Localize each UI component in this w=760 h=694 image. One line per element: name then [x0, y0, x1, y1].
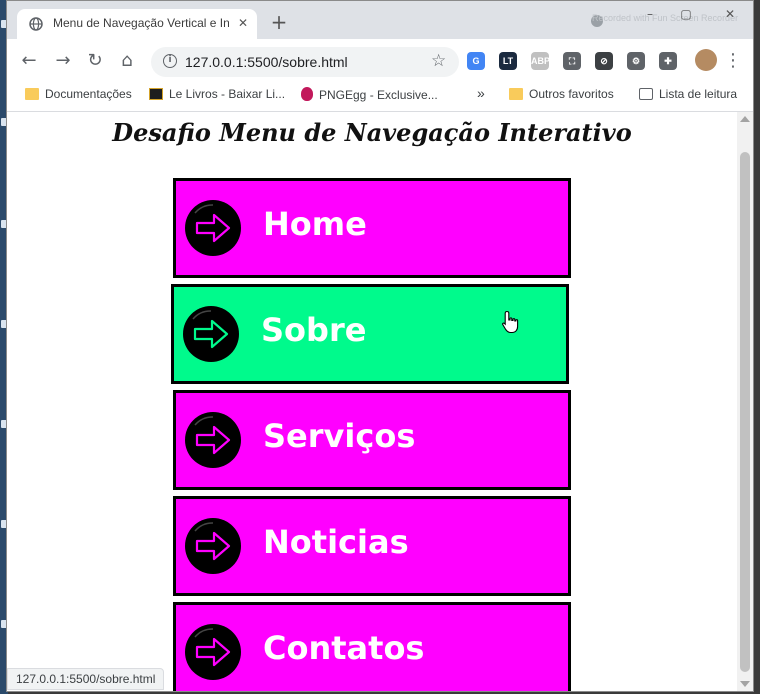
bookmarks-overflow-button[interactable]: »	[477, 85, 485, 103]
back-button[interactable]: ←	[19, 51, 39, 71]
settings-gear-icon[interactable]: ⚙	[627, 52, 645, 70]
address-url[interactable]: 127.0.0.1:5500/sobre.html	[185, 54, 348, 70]
arrow-right-icon	[183, 306, 239, 362]
menu-item-noticias[interactable]: Noticias	[173, 496, 571, 596]
profile-avatar[interactable]	[695, 49, 717, 71]
home-button[interactable]: ⌂	[117, 51, 137, 71]
book-icon	[149, 88, 163, 100]
minimize-button[interactable]: –	[643, 7, 657, 21]
maximize-button[interactable]: ▢	[679, 7, 693, 21]
browser-toolbar: ← → ↻ ⌂ i 127.0.0.1:5500/sobre.html ☆ GL…	[7, 39, 753, 83]
arrow-right-icon	[185, 518, 241, 574]
address-bar[interactable]: i 127.0.0.1:5500/sobre.html ☆	[151, 47, 459, 77]
scrollbar-thumb[interactable]	[740, 152, 750, 672]
menu-item-label: Home	[263, 205, 367, 243]
bookmark-pngegg[interactable]: PNGEgg - Exclusive...	[301, 87, 438, 105]
new-tab-button[interactable]: +	[269, 12, 289, 33]
page-title: Desafio Menu de Navegação Interativo	[112, 118, 632, 147]
browser-menu-icon[interactable]: ⋮	[723, 51, 743, 71]
bookmark-outros-favoritos[interactable]: Outros favoritos	[509, 87, 614, 105]
menu-item-label: Noticias	[263, 523, 409, 561]
reading-list-button[interactable]: Lista de leitura	[639, 87, 737, 105]
folder-icon	[25, 88, 39, 100]
recording-watermark: Recorded with Fun Screen Recorder	[592, 13, 739, 23]
tab-active[interactable]: Menu de Navegação Vertical e In ✕	[17, 9, 257, 39]
bookmarks-bar: Documentações Le Livros - Baixar Li... P…	[7, 83, 753, 112]
site-info-icon[interactable]: i	[163, 54, 177, 68]
close-window-button[interactable]: ✕	[723, 7, 737, 21]
translate-icon[interactable]: G	[467, 52, 485, 70]
scroll-up-arrow-icon[interactable]	[740, 116, 750, 122]
menu-item-label: Sobre	[261, 311, 367, 349]
menu-item-label: Contatos	[263, 629, 425, 667]
forward-button[interactable]: →	[53, 51, 73, 71]
reload-button[interactable]: ↻	[85, 51, 105, 71]
bookmark-documentacoes[interactable]: Documentações	[25, 87, 132, 105]
vertical-nav-menu: Home Sobre Serviços Noticias Contatos	[171, 178, 571, 691]
bookmark-star-icon[interactable]: ☆	[431, 51, 446, 71]
pngegg-icon	[301, 87, 313, 101]
tab-strip: Menu de Navegação Vertical e In ✕ + Reco…	[7, 1, 753, 39]
status-bar: 127.0.0.1:5500/sobre.html	[7, 668, 165, 690]
puzzle-extensions-icon[interactable]: ✚	[659, 52, 677, 70]
screenshot-icon[interactable]: ⛶	[563, 52, 581, 70]
browser-window: Menu de Navegação Vertical e In ✕ + Reco…	[6, 0, 754, 692]
menu-item-label: Serviços	[263, 417, 416, 455]
arrow-right-icon	[185, 412, 241, 468]
globe-icon	[29, 17, 43, 31]
reading-list-icon	[639, 88, 653, 100]
folder-icon	[509, 88, 523, 100]
vertical-scrollbar[interactable]	[737, 112, 753, 691]
menu-item-servicos[interactable]: Serviços	[173, 390, 571, 490]
tab-title: Menu de Navegação Vertical e In	[53, 16, 229, 30]
tab-close-icon[interactable]: ✕	[235, 15, 251, 31]
adblock-icon[interactable]: ABP	[531, 52, 550, 70]
languagetool-icon[interactable]: LT	[499, 52, 517, 70]
bookmark-le-livros[interactable]: Le Livros - Baixar Li...	[149, 87, 285, 105]
menu-item-contatos[interactable]: Contatos	[173, 602, 571, 691]
block-icon[interactable]: ⊘	[595, 52, 613, 70]
menu-item-sobre[interactable]: Sobre	[171, 284, 569, 384]
scroll-down-arrow-icon[interactable]	[740, 681, 750, 687]
page-viewport: Desafio Menu de Navegação Interativo Hom…	[7, 112, 737, 691]
arrow-right-icon	[185, 624, 241, 680]
arrow-right-icon	[185, 200, 241, 256]
hand-pointer-cursor-icon	[502, 310, 519, 334]
menu-item-home[interactable]: Home	[173, 178, 571, 278]
